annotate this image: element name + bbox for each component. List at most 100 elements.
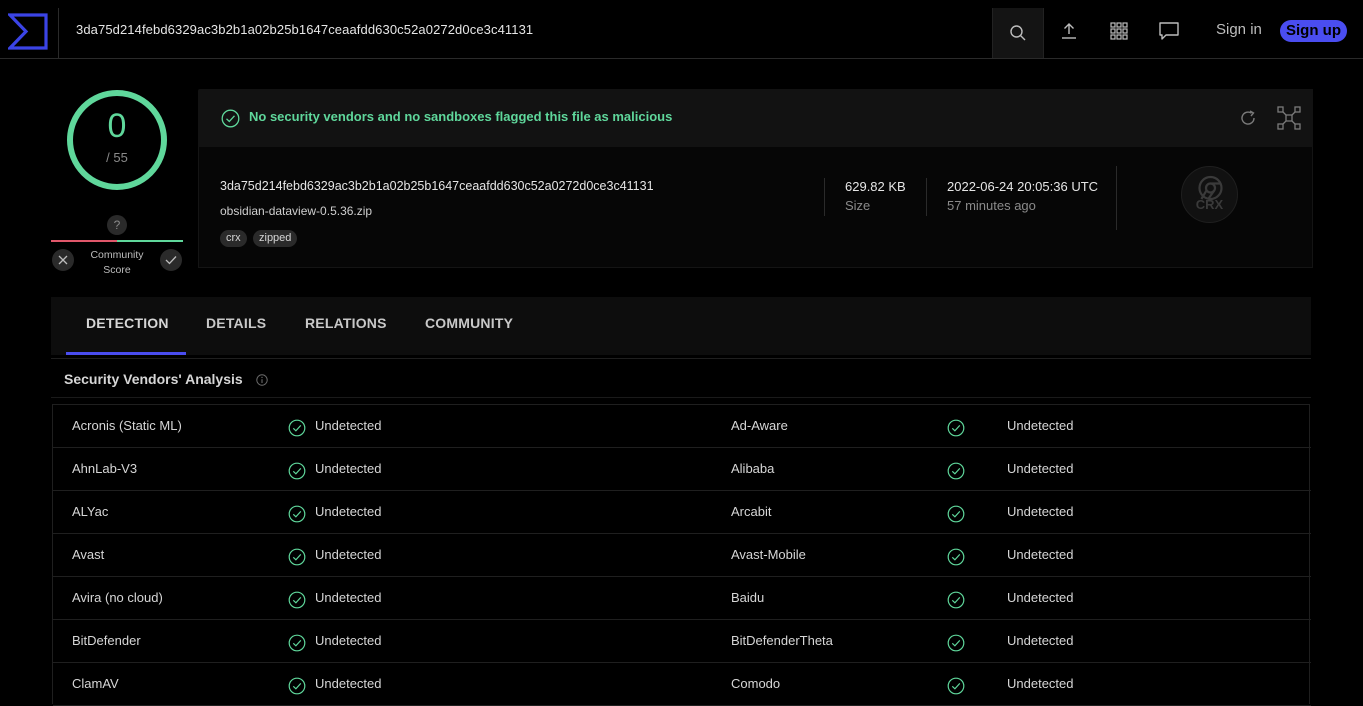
vendor-result: Undetected [315,633,382,648]
analysis-date-value: 2022-06-24 20:05:36 UTC [947,179,1099,194]
check-circle-icon [947,548,965,566]
virustotal-logo-icon[interactable] [8,13,48,50]
check-circle-icon [288,505,306,523]
sign-in-link[interactable]: Sign in [1216,21,1262,38]
file-type-label: CRX [1195,197,1224,212]
top-bar: 3da75d214febd6329ac3b2b1a02b25b1647ceaaf… [0,0,1363,59]
top-divider [58,8,59,58]
vendor-result: Undetected [315,461,382,476]
vendor-result: Undetected [315,547,382,562]
check-circle-icon [947,591,965,609]
vendor-name: Avast-Mobile [731,547,806,562]
vendor-name: ClamAV [72,676,119,691]
file-tag-zipped[interactable]: zipped [253,230,298,247]
vendor-name: BitDefender [72,633,141,648]
check-icon [165,256,177,265]
check-circle-icon [288,419,306,437]
detection-total: / 55 [106,150,128,165]
file-type-badge [1181,166,1238,223]
community-bar-negative [51,240,117,242]
check-circle-icon [947,634,965,652]
search-button[interactable] [992,8,1044,58]
vendor-result: Undetected [315,504,382,519]
vendor-name: Arcabit [731,504,772,519]
chat-button[interactable] [1158,20,1180,42]
sign-up-button[interactable]: Sign up [1280,20,1347,42]
vendor-result: Undetected [315,418,382,433]
info-divider [824,178,825,216]
vendor-result: Undetected [1007,676,1074,691]
vendor-result: Undetected [1007,547,1074,562]
info-divider [926,178,927,216]
vote-malicious-button[interactable] [52,249,74,271]
vendor-name: Baidu [731,590,765,605]
check-circle-icon [288,462,306,480]
table-row: Avira (no cloud) Undetected Baidu Undetecte… [53,577,1311,620]
section-divider [51,397,1311,398]
vendor-name: BitDefenderTheta [731,633,833,648]
search-icon [1010,25,1026,41]
chat-icon [1159,22,1179,40]
check-circle-icon [288,634,306,652]
search-input[interactable]: 3da75d214febd6329ac3b2b1a02b25b1647ceaaf… [76,22,533,37]
info-icon[interactable] [256,374,268,386]
vendor-name: ALYac [72,504,109,519]
vendor-results-table: Acronis (Static ML) Undetected Ad-Aware Und… [52,404,1311,706]
tab-bar-divider [51,358,1311,359]
tab-relations[interactable]: RELATIONS [305,315,387,331]
check-circle-icon [221,109,240,128]
file-name: obsidian-dataview-0.5.36.zip [220,204,373,218]
analysis-date-relative: 57 minutes ago [947,198,1036,213]
table-row: Acronis (Static ML) Undetected Ad-Aware Und… [53,405,1311,448]
vendor-result: Undetected [315,590,382,605]
community-bar-positive [117,240,183,242]
check-circle-icon [947,419,965,437]
community-score-label: Community Score [90,249,144,276]
vendor-result: Undetected [1007,504,1074,519]
graph-icon[interactable] [1277,106,1301,130]
table-row: Avast Undetected Avast-Mobile Undetected [53,534,1311,577]
check-circle-icon [947,462,965,480]
vendor-name: Comodo [731,676,781,691]
table-row: AhnLab-V3 Undetected Alibaba Undetected [53,448,1311,491]
table-row: BitDefender Undetected BitDefenderTheta Und… [53,620,1311,663]
table-row: ClamAV Undetected Comodo Undetected [53,663,1311,706]
verdict-message: No security vendors and no sandboxes fla… [249,109,673,124]
vendor-result: Undetected [1007,461,1074,476]
file-size-value: 629.82 KB [845,179,906,194]
table-row: ALYac Undetected Arcabit Undetected [53,491,1311,534]
vendor-result: Undetected [1007,418,1074,433]
vendor-result: Undetected [1007,590,1074,605]
check-circle-icon [947,505,965,523]
check-circle-icon [288,591,306,609]
tab-community[interactable]: COMMUNITY [425,315,513,331]
upload-button[interactable] [1058,20,1080,42]
vendor-result: Undetected [1007,633,1074,648]
section-title: Security Vendors' Analysis [64,371,243,387]
check-circle-icon [947,677,965,695]
grid-icon [1110,22,1128,40]
file-size-label: Size [845,198,871,213]
tab-detection[interactable]: DETECTION [86,315,169,331]
vendor-name: Acronis (Static ML) [72,418,182,433]
tab-details[interactable]: DETAILS [206,315,266,331]
reanalyze-icon[interactable] [1238,108,1258,128]
apps-button[interactable] [1108,20,1130,42]
vote-harmless-button[interactable] [160,249,182,271]
close-icon [58,255,68,265]
check-circle-icon [288,677,306,695]
vendor-name: Alibaba [731,461,775,476]
detection-count: 0 [107,107,127,145]
vendor-result: Undetected [315,676,382,691]
vendor-name: Avast [72,547,105,562]
file-hash[interactable]: 3da75d214febd6329ac3b2b1a02b25b1647ceaaf… [220,179,654,193]
active-tab-indicator [66,352,186,355]
file-tag-crx[interactable]: crx [220,230,247,247]
check-circle-icon [288,548,306,566]
vendor-name: Ad-Aware [731,418,788,433]
vendor-name: Avira (no cloud) [72,590,163,605]
upload-icon [1062,23,1076,39]
vendor-name: AhnLab-V3 [72,461,138,476]
info-divider [1116,166,1117,230]
community-score-value: ? [107,215,127,235]
